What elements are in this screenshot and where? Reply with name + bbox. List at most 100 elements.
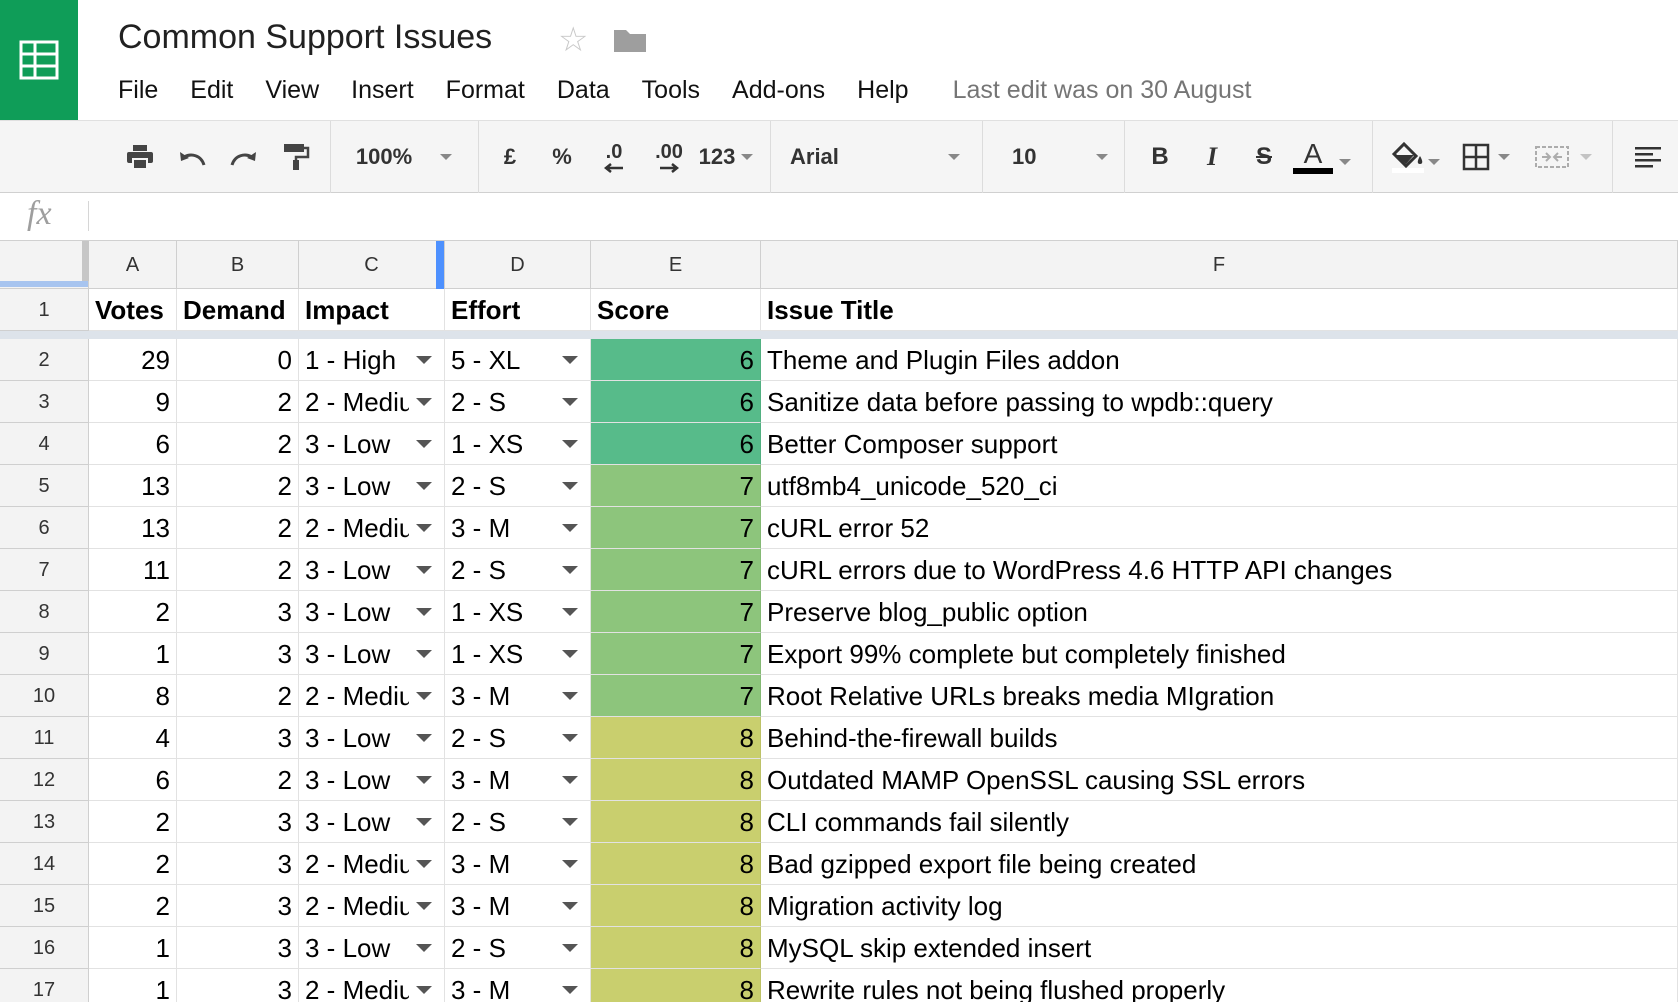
cell-score[interactable]: 8: [591, 801, 761, 843]
cell-effort[interactable]: 3 - M: [445, 843, 591, 885]
cell-issue-title[interactable]: Preserve blog_public option: [761, 591, 1678, 633]
row-header[interactable]: 2: [0, 339, 89, 381]
cell-impact[interactable]: 3 - Low: [299, 423, 445, 465]
menu-edit[interactable]: Edit: [190, 76, 233, 105]
cell-impact[interactable]: 3 - Low: [299, 549, 445, 591]
cell-demand[interactable]: 3: [177, 927, 299, 969]
row-header[interactable]: 16: [0, 927, 89, 969]
cell-effort[interactable]: 3 - M: [445, 969, 591, 1002]
more-formats-button[interactable]: 123: [696, 121, 756, 193]
dropdown-arrow-icon[interactable]: [562, 482, 578, 490]
cell-score[interactable]: 8: [591, 717, 761, 759]
undo-button[interactable]: [170, 121, 214, 193]
cell-demand[interactable]: 2: [177, 759, 299, 801]
cell-demand[interactable]: 2: [177, 381, 299, 423]
cell-votes[interactable]: 8: [89, 675, 177, 717]
fill-color-button[interactable]: [1384, 121, 1446, 193]
cell-score[interactable]: 8: [591, 927, 761, 969]
cell-issue-title[interactable]: Export 99% complete but completely finis…: [761, 633, 1678, 675]
menu-format[interactable]: Format: [446, 76, 525, 105]
dropdown-arrow-icon[interactable]: [562, 818, 578, 826]
dropdown-arrow-icon[interactable]: [416, 650, 432, 658]
dropdown-arrow-icon[interactable]: [562, 986, 578, 994]
cell-impact[interactable]: 2 - Medium: [299, 969, 445, 1002]
font-size-select[interactable]: 10: [1012, 121, 1108, 193]
dropdown-arrow-icon[interactable]: [562, 944, 578, 952]
cell-issue-title[interactable]: Outdated MAMP OpenSSL causing SSL errors: [761, 759, 1678, 801]
cell-demand[interactable]: 3: [177, 801, 299, 843]
dropdown-arrow-icon[interactable]: [562, 776, 578, 784]
cell-demand[interactable]: 0: [177, 339, 299, 381]
row-header[interactable]: 9: [0, 633, 89, 675]
column-header-f[interactable]: F: [761, 241, 1678, 289]
cell-impact[interactable]: 1 - High: [299, 339, 445, 381]
menu-file[interactable]: File: [118, 76, 158, 105]
cell-issue-title[interactable]: MySQL skip extended insert: [761, 927, 1678, 969]
row-header[interactable]: 6: [0, 507, 89, 549]
cell-demand[interactable]: 3: [177, 591, 299, 633]
cell-score[interactable]: 7: [591, 591, 761, 633]
dropdown-arrow-icon[interactable]: [562, 398, 578, 406]
header-score[interactable]: Score: [591, 289, 761, 331]
cell-effort[interactable]: 3 - M: [445, 885, 591, 927]
menu-help[interactable]: Help: [857, 76, 908, 105]
decrease-decimal-button[interactable]: .0: [592, 121, 636, 193]
cell-effort[interactable]: 5 - XL: [445, 339, 591, 381]
dropdown-arrow-icon[interactable]: [562, 524, 578, 532]
menu-addons[interactable]: Add-ons: [732, 76, 825, 105]
cell-issue-title[interactable]: Sanitize data before passing to wpdb::qu…: [761, 381, 1678, 423]
cell-score[interactable]: 6: [591, 423, 761, 465]
cell-impact[interactable]: 3 - Low: [299, 927, 445, 969]
cell-impact[interactable]: 2 - Medium: [299, 885, 445, 927]
dropdown-arrow-icon[interactable]: [562, 566, 578, 574]
cell-issue-title[interactable]: Migration activity log: [761, 885, 1678, 927]
cell-demand[interactable]: 2: [177, 507, 299, 549]
menu-data[interactable]: Data: [557, 76, 610, 105]
dropdown-arrow-icon[interactable]: [416, 524, 432, 532]
dropdown-arrow-icon[interactable]: [416, 482, 432, 490]
cell-impact[interactable]: 3 - Low: [299, 633, 445, 675]
cell-demand[interactable]: 2: [177, 549, 299, 591]
row-header[interactable]: 7: [0, 549, 89, 591]
dropdown-arrow-icon[interactable]: [562, 860, 578, 868]
dropdown-arrow-icon[interactable]: [416, 440, 432, 448]
row-header[interactable]: 14: [0, 843, 89, 885]
column-header-a[interactable]: A: [89, 241, 177, 289]
cell-impact[interactable]: 3 - Low: [299, 465, 445, 507]
dropdown-arrow-icon[interactable]: [562, 650, 578, 658]
freeze-column-handle[interactable]: [82, 241, 89, 281]
cell-impact[interactable]: 3 - Low: [299, 591, 445, 633]
row-header[interactable]: 3: [0, 381, 89, 423]
header-issue-title[interactable]: Issue Title: [761, 289, 1678, 331]
dropdown-arrow-icon[interactable]: [416, 692, 432, 700]
cell-demand[interactable]: 3: [177, 633, 299, 675]
cell-votes[interactable]: 2: [89, 843, 177, 885]
column-header-e[interactable]: E: [591, 241, 761, 289]
cell-votes[interactable]: 13: [89, 465, 177, 507]
document-title[interactable]: Common Support Issues: [118, 18, 492, 57]
dropdown-arrow-icon[interactable]: [416, 776, 432, 784]
cell-votes[interactable]: 13: [89, 507, 177, 549]
increase-decimal-button[interactable]: .00: [644, 121, 694, 193]
cell-demand[interactable]: 3: [177, 885, 299, 927]
cell-effort[interactable]: 2 - S: [445, 801, 591, 843]
dropdown-arrow-icon[interactable]: [416, 818, 432, 826]
cell-score[interactable]: 7: [591, 507, 761, 549]
percent-format-button[interactable]: %: [544, 121, 580, 193]
header-effort[interactable]: Effort: [445, 289, 591, 331]
cell-score[interactable]: 8: [591, 843, 761, 885]
cell-effort[interactable]: 3 - M: [445, 675, 591, 717]
dropdown-arrow-icon[interactable]: [562, 608, 578, 616]
sheets-logo[interactable]: [0, 0, 78, 120]
cell-demand[interactable]: 2: [177, 675, 299, 717]
currency-format-button[interactable]: £: [492, 121, 528, 193]
cell-effort[interactable]: 2 - S: [445, 549, 591, 591]
row-header[interactable]: 17: [0, 969, 89, 1002]
cell-issue-title[interactable]: Bad gzipped export file being created: [761, 843, 1678, 885]
cell-demand[interactable]: 2: [177, 423, 299, 465]
row-header[interactable]: 12: [0, 759, 89, 801]
row-header[interactable]: 13: [0, 801, 89, 843]
row-header[interactable]: 8: [0, 591, 89, 633]
cell-issue-title[interactable]: cURL errors due to WordPress 4.6 HTTP AP…: [761, 549, 1678, 591]
cell-score[interactable]: 7: [591, 633, 761, 675]
